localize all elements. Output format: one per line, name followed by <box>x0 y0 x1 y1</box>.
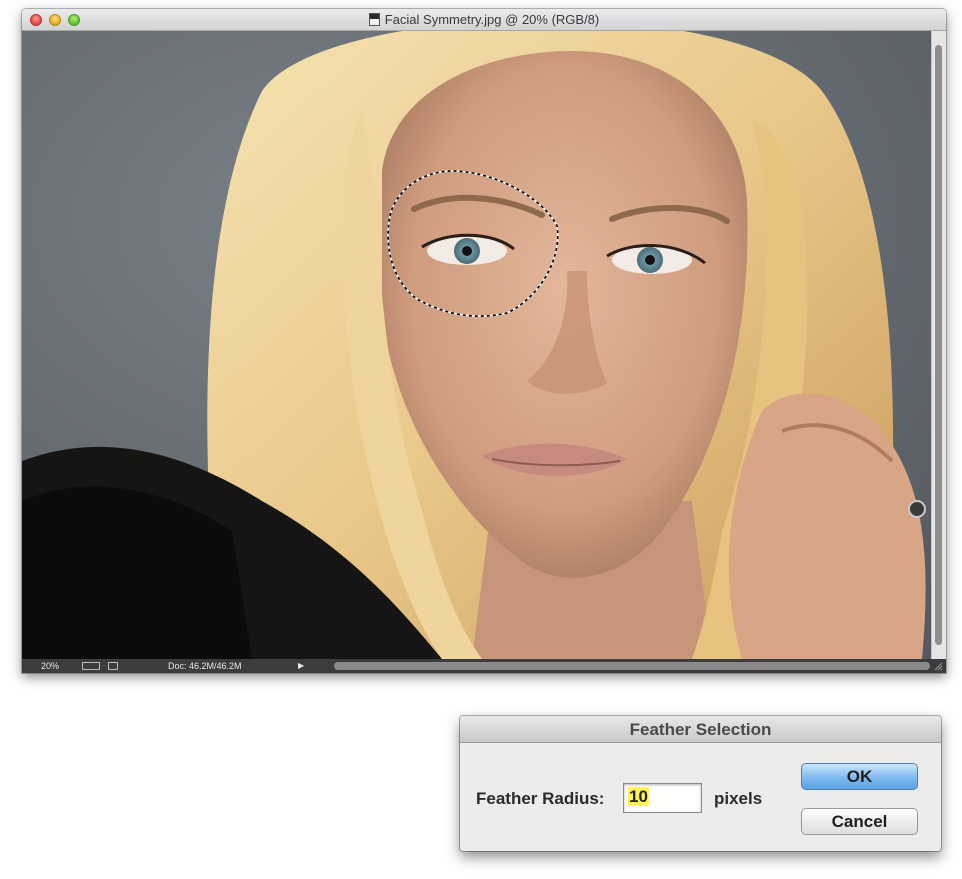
zoom-level[interactable]: 20% <box>41 659 59 673</box>
feather-selection-dialog: Feather Selection Feather Radius: 10 pix… <box>460 716 941 851</box>
feather-radius-label: Feather Radius: <box>476 789 605 808</box>
pixels-unit-label: pixels <box>714 789 763 808</box>
horizontal-scrollbar[interactable] <box>334 662 930 670</box>
image-canvas[interactable] <box>22 31 931 659</box>
ok-button[interactable]: OK <box>801 763 918 790</box>
vertical-scrollbar[interactable] <box>931 31 946 659</box>
doc-size-info: Doc: 46.2M/46.2M <box>168 661 242 671</box>
psd-file-icon <box>368 13 380 26</box>
vertical-scroll-thumb[interactable] <box>935 45 942 645</box>
status-bar: 20% Doc: 46.2M/46.2M ▶ <box>22 659 946 673</box>
share-icon[interactable] <box>108 662 118 670</box>
portrait-photo <box>22 31 931 659</box>
feather-radius-input[interactable]: 10 <box>623 783 702 813</box>
document-title: Facial Symmetry.jpg @ 20% (RGB/8) <box>22 12 946 27</box>
status-menu-arrow[interactable]: ▶ <box>298 659 304 673</box>
feather-radius-value[interactable]: 10 <box>628 787 649 806</box>
document-title-text: Facial Symmetry.jpg @ 20% (RGB/8) <box>384 12 600 27</box>
dialog-title: Feather Selection <box>460 716 941 743</box>
cancel-button[interactable]: Cancel <box>801 808 918 835</box>
document-titlebar[interactable]: Facial Symmetry.jpg @ 20% (RGB/8) <box>22 9 946 31</box>
document-window: Facial Symmetry.jpg @ 20% (RGB/8) 20% Do… <box>22 9 946 673</box>
resize-grip-icon[interactable] <box>933 661 943 671</box>
timeline-icon[interactable] <box>82 662 100 670</box>
